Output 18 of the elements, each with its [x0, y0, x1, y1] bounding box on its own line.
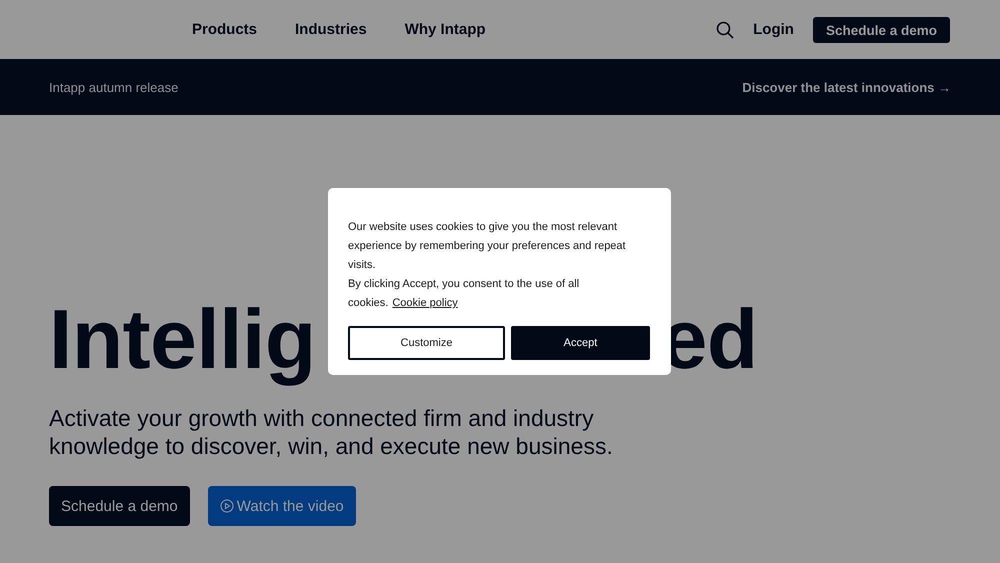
watch-video-button[interactable]: Watch the video	[208, 486, 356, 526]
play-icon	[220, 499, 234, 513]
search-icon[interactable]	[716, 20, 734, 38]
hero-subtitle: Activate your growth with connected firm and industry knowledge to discover, win, and execute new business.	[49, 404, 614, 460]
headline: Intellig	[49, 291, 316, 388]
nav-link[interactable]: Products	[192, 21, 258, 38]
schedule-demo-button[interactable]: Schedule a demo	[49, 486, 190, 526]
cookie-policy-link[interactable]: Cookie policy	[392, 297, 458, 309]
customize-button[interactable]: Customize	[348, 326, 505, 360]
banner-text: Intapp autumn release	[49, 80, 178, 94]
nav-link[interactable]: Industries	[295, 21, 367, 38]
schedule-demo-button[interactable]: Schedule a demo	[812, 16, 950, 42]
nav-link[interactable]: Why Intapp	[404, 21, 486, 38]
banner-link[interactable]: Discover the latest innovations →	[742, 80, 951, 94]
accept-button[interactable]: Accept	[511, 326, 650, 360]
cookie-message: Our website uses cookies to give you the most relevant experience by remembering your preferences and repeat visits.	[348, 220, 627, 273]
login-link[interactable]: Login	[753, 21, 794, 38]
cookie-message: By clicking Accept, you consent to the use of all cookies. Cookie policy	[348, 277, 580, 311]
